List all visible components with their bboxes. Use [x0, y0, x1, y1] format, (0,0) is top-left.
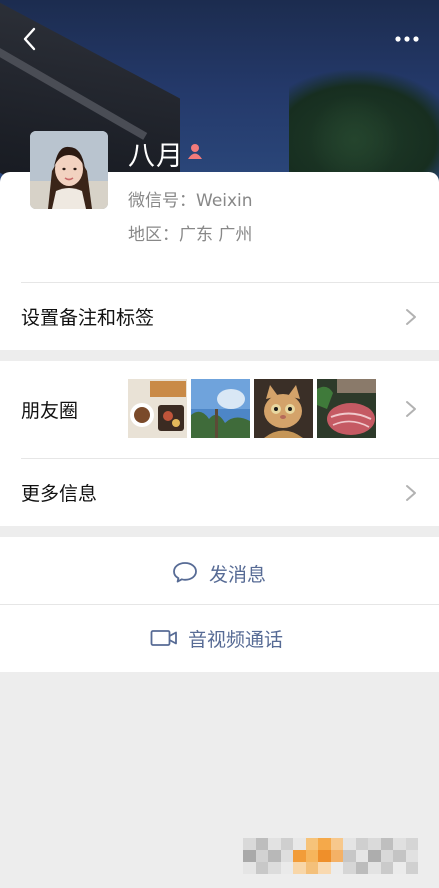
- ellipsis-icon: [395, 36, 419, 42]
- chevron-right-icon: [406, 401, 416, 417]
- chat-bubble-icon: [173, 562, 197, 583]
- row-moments-label: 朋友圈: [21, 400, 79, 422]
- chevron-left-icon: [23, 27, 36, 51]
- moments-photo-cat: [254, 379, 313, 438]
- wechat-id: 微信号：Weixin: [128, 191, 253, 211]
- profile-name: 八月: [128, 141, 184, 172]
- chevron-right-icon: [406, 309, 416, 325]
- watermark: [243, 838, 418, 874]
- moments-photo-food: [128, 379, 187, 438]
- avatar-portrait: [30, 131, 108, 209]
- back-button[interactable]: [14, 22, 44, 56]
- send-message-button[interactable]: 发消息: [0, 537, 439, 604]
- video-call-button[interactable]: 音视频通话: [0, 605, 439, 672]
- female-icon: [188, 144, 202, 159]
- row-more-info-label: 更多信息: [21, 483, 98, 505]
- video-call-label: 音视频通话: [188, 629, 284, 651]
- row-remark-tags-label: 设置备注和标签: [21, 307, 155, 329]
- video-camera-icon: [150, 630, 177, 646]
- region: 地区：广东 广州: [128, 225, 253, 245]
- moments-photo-meat: [317, 379, 376, 438]
- row-remark-tags[interactable]: 设置备注和标签: [0, 283, 439, 350]
- chevron-right-icon: [406, 485, 416, 501]
- more-button[interactable]: [389, 24, 425, 54]
- moments-photo-sky: [191, 379, 250, 438]
- send-message-label: 发消息: [209, 564, 267, 586]
- row-more-info[interactable]: 更多信息: [0, 459, 439, 526]
- avatar[interactable]: [30, 131, 108, 209]
